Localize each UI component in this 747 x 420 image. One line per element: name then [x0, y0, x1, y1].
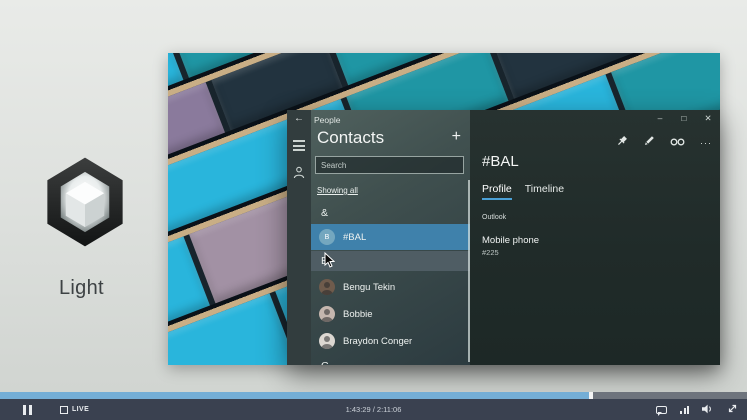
stage: Light ← People – □ ✕ Contacts + Search S… — [0, 0, 747, 420]
phone-field-value[interactable]: #225 — [482, 248, 499, 257]
contact-name: Braydon Conger — [343, 335, 413, 347]
search-input[interactable] — [315, 156, 464, 174]
phone-field-label: Mobile phone — [482, 235, 540, 246]
contacts-heading: Contacts — [317, 128, 385, 147]
people-app-window: ← People – □ ✕ Contacts + Showing all & — [287, 110, 720, 365]
hamburger-menu-icon[interactable] — [293, 140, 305, 154]
avatar — [319, 279, 335, 295]
chat-icon[interactable] — [656, 405, 667, 416]
avatar: B — [319, 229, 335, 245]
link-icon[interactable] — [670, 134, 685, 152]
contact-row[interactable]: Bobbie — [311, 301, 470, 327]
light-theme-cube-icon — [42, 156, 128, 248]
theme-label: Light — [59, 277, 104, 299]
fullscreen-icon[interactable] — [727, 401, 738, 419]
progress-handle[interactable] — [589, 392, 594, 399]
account-source-label: Outlook — [482, 214, 507, 221]
nav-rail — [287, 110, 311, 365]
add-contact-button[interactable]: + — [452, 128, 461, 146]
player-control-bar: LIVE 1:43:29 / 2:11:06 — [0, 399, 747, 420]
seek-bar[interactable] — [0, 392, 747, 399]
maximize-button[interactable]: □ — [672, 110, 696, 127]
back-arrow-icon[interactable]: ← — [294, 113, 304, 124]
contact-name: Bengu Tekin — [343, 281, 396, 293]
quality-bars-icon[interactable] — [680, 405, 689, 414]
contact-name: #BAL — [343, 231, 367, 243]
contact-row-bal[interactable]: B #BAL — [311, 224, 470, 250]
volume-icon[interactable] — [702, 401, 714, 419]
window-controls: – □ ✕ — [648, 110, 720, 127]
group-letter[interactable]: C — [311, 357, 470, 365]
edit-pencil-icon[interactable] — [643, 134, 655, 152]
contact-row[interactable]: Braydon Conger — [311, 328, 470, 354]
contact-name: Bobbie — [343, 308, 373, 320]
contact-detail-pane: ··· #BAL Profile Timeline Outlook Mobile… — [470, 110, 720, 365]
pin-icon[interactable] — [616, 134, 628, 152]
avatar — [319, 306, 335, 322]
detail-tabs: Profile Timeline — [482, 183, 564, 200]
progress-fill — [0, 392, 591, 399]
close-button[interactable]: ✕ — [696, 110, 720, 127]
time-display: 1:43:29 / 2:11:06 — [345, 405, 402, 414]
tab-timeline[interactable]: Timeline — [525, 183, 564, 200]
window-title: People — [314, 115, 341, 125]
showing-all-link[interactable]: Showing all — [317, 186, 358, 195]
contact-row[interactable]: Bengu Tekin — [311, 274, 470, 300]
mouse-cursor — [324, 251, 336, 273]
contacts-pane: Contacts + Showing all & B #BAL B Bengu … — [311, 110, 470, 365]
detail-toolbar: ··· — [616, 134, 712, 152]
contacts-person-icon[interactable] — [293, 166, 305, 184]
minimize-button[interactable]: – — [648, 110, 672, 127]
group-letter[interactable]: & — [311, 204, 470, 222]
more-options-icon[interactable]: ··· — [700, 138, 712, 148]
avatar — [319, 333, 335, 349]
tab-profile[interactable]: Profile — [482, 183, 512, 200]
contact-detail-title: #BAL — [482, 153, 519, 170]
